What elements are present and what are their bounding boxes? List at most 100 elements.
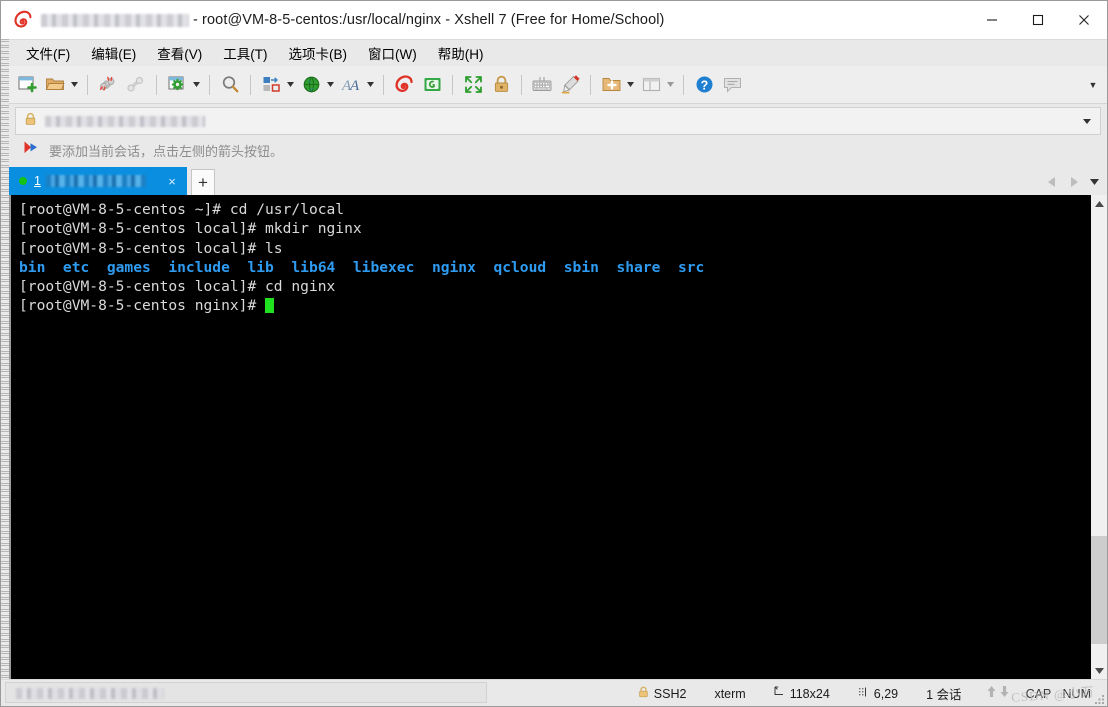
scrollbar-track[interactable] — [1091, 212, 1107, 662]
disconnect-button[interactable] — [94, 70, 122, 100]
menu-help[interactable]: 帮助(H) — [429, 40, 493, 66]
terminal-line: [root@VM-8-5-centos nginx]# — [19, 296, 1090, 315]
status-bar: SSH2 xterm 118x24 6,29 1 会话 CAP NUM CSDN… — [1, 679, 1107, 706]
xshell-logo-icon — [13, 10, 33, 30]
status-right-group: SSH2 xterm 118x24 6,29 1 会话 CAP NUM — [624, 680, 1091, 707]
toolbar-separator — [209, 74, 210, 95]
cursor-pos-icon — [858, 686, 869, 701]
font-button[interactable]: A A — [337, 70, 365, 100]
highlight-button[interactable] — [556, 70, 584, 100]
status-caps-label: CAP — [1025, 686, 1052, 701]
tunneling-button[interactable] — [297, 70, 325, 100]
menu-tabs[interactable]: 选项卡(B) — [280, 40, 357, 66]
toolbar-separator — [250, 74, 251, 95]
status-caps-num: CAP NUM — [1020, 687, 1091, 701]
address-bar[interactable] — [15, 107, 1101, 135]
menu-file[interactable]: 文件(F) — [17, 40, 79, 66]
file-transfer-caret-icon[interactable] — [284, 70, 297, 100]
menu-tools[interactable]: 工具(T) — [214, 40, 276, 66]
lock-button[interactable] — [487, 70, 515, 100]
terminal-line: [root@VM-8-5-centos local]# mkdir nginx — [19, 219, 1090, 238]
toolbar-separator — [156, 74, 157, 95]
status-num-label: NUM — [1062, 686, 1091, 701]
status-left-panel — [5, 682, 487, 703]
scroll-up-button[interactable] — [1091, 195, 1107, 212]
tab-index-label: 1 — [34, 174, 41, 188]
toolbar-separator — [521, 74, 522, 95]
scroll-down-button[interactable] — [1091, 662, 1107, 679]
scrollbar-thumb[interactable] — [1091, 536, 1107, 644]
tab-redacted-title — [45, 175, 146, 187]
status-protocol-label: SSH2 — [653, 686, 687, 701]
toolbar-overflow-button[interactable]: ▼ — [1085, 66, 1101, 104]
menu-bar: 文件(F) 编辑(E) 查看(V) 工具(T) 选项卡(B) 窗口(W) 帮助(… — [1, 39, 1107, 66]
fullscreen-button[interactable] — [459, 70, 487, 100]
open-session-caret-icon[interactable] — [68, 70, 81, 100]
new-xftp-button[interactable] — [418, 70, 446, 100]
status-redacted-text — [16, 688, 164, 700]
status-terminal-type-label: xterm — [714, 686, 746, 701]
terminal-text: [root@VM-8-5-centos local]# mkdir nginx — [19, 220, 362, 238]
status-protocol[interactable]: SSH2 — [624, 686, 701, 701]
new-xshell-button[interactable] — [390, 70, 418, 100]
lock-icon — [638, 686, 649, 701]
status-cursor-position[interactable]: 6,29 — [844, 686, 912, 701]
resize-icon — [774, 686, 785, 701]
menu-view[interactable]: 查看(V) — [148, 40, 211, 66]
terminal-line: bin etc games include lib lib64 libexec … — [19, 258, 1090, 277]
compose-bar-button[interactable] — [528, 70, 556, 100]
address-dropdown-icon[interactable] — [1078, 108, 1096, 134]
help-button[interactable]: ? — [690, 70, 718, 100]
close-button[interactable] — [1061, 1, 1107, 39]
tab-close-icon[interactable]: × — [163, 172, 181, 190]
toolbar-separator — [590, 74, 591, 95]
status-cursor-label: 6,29 — [873, 686, 899, 701]
arrange-layout-caret-icon[interactable] — [664, 70, 677, 100]
terminal-scrollbar[interactable] — [1090, 195, 1107, 679]
tab-bar: 1 × + — [1, 165, 1107, 195]
address-redacted-value — [45, 115, 205, 127]
status-transfer-arrows — [976, 685, 1020, 703]
file-transfer-button[interactable] — [257, 70, 285, 100]
svg-text:?: ? — [700, 78, 708, 92]
resize-grip-icon[interactable] — [1093, 692, 1105, 704]
status-sessions[interactable]: 1 会话 — [912, 684, 975, 703]
terminal-output[interactable]: [root@VM-8-5-centos ~]# cd /usr/local [ro… — [11, 195, 1090, 679]
new-tab-button[interactable]: + — [191, 169, 215, 195]
open-session-button[interactable] — [41, 70, 69, 100]
notification-text: 要添加当前会话，点击左侧的箭头按钮。 — [49, 143, 284, 159]
status-sessions-label: 1 会话 — [926, 688, 962, 702]
new-session-button[interactable] — [13, 70, 41, 100]
status-size[interactable]: 118x24 — [760, 686, 844, 701]
upload-arrow-icon — [986, 685, 997, 703]
terminal-text: [root@VM-8-5-centos ~]# cd /usr/local — [19, 201, 345, 218]
add-session-button[interactable] — [597, 70, 625, 100]
minimize-button[interactable] — [969, 1, 1015, 39]
tab-list-icon[interactable] — [1086, 173, 1103, 191]
find-button[interactable] — [216, 70, 244, 100]
feedback-button[interactable] — [718, 70, 746, 100]
properties-button[interactable] — [163, 70, 191, 100]
tab-prev-icon[interactable] — [1044, 173, 1061, 191]
tab-session-1[interactable]: 1 × — [9, 167, 187, 195]
font-caret-icon[interactable] — [364, 70, 377, 100]
properties-caret-icon[interactable] — [190, 70, 203, 100]
terminal-line: [root@VM-8-5-centos local]# cd nginx — [19, 277, 1090, 296]
menu-window[interactable]: 窗口(W) — [359, 40, 426, 66]
terminal-line: [root@VM-8-5-centos ~]# cd /usr/local — [19, 200, 1090, 219]
add-session-caret-icon[interactable] — [624, 70, 637, 100]
tunneling-caret-icon[interactable] — [324, 70, 337, 100]
status-size-label: 118x24 — [789, 686, 830, 701]
lock-icon — [24, 112, 37, 131]
toolbar-separator — [683, 74, 684, 95]
menu-edit[interactable]: 编辑(E) — [82, 40, 145, 66]
reconnect-button[interactable] — [122, 70, 150, 100]
tab-next-icon[interactable] — [1065, 173, 1082, 191]
status-terminal-type[interactable]: xterm — [700, 687, 759, 701]
terminal-dir-listing: bin etc games include lib lib64 libexec … — [19, 258, 705, 276]
terminal-text: [root@VM-8-5-centos nginx]# — [19, 297, 266, 315]
terminal-text: [root@VM-8-5-centos local]# ls — [19, 239, 283, 257]
arrange-layout-button[interactable] — [637, 70, 665, 100]
maximize-button[interactable] — [1015, 1, 1061, 39]
title-redacted-host — [41, 13, 189, 27]
